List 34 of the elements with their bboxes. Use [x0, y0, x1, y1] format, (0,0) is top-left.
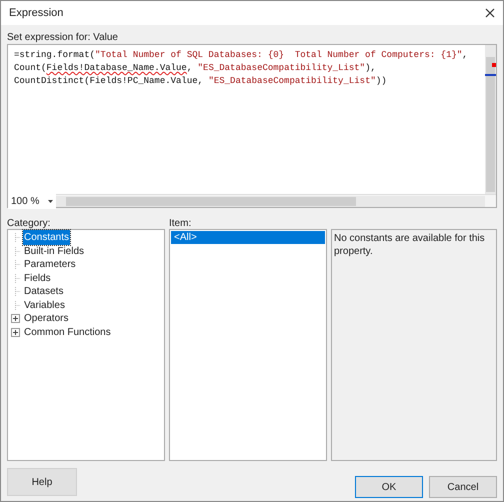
- code-line: Count(Fields!Database_Name.Value, "ES_DatabaseCompatibility_List"),: [14, 62, 377, 75]
- dropdown-arrow-icon: [48, 200, 53, 202]
- category-label: Category:: [7, 217, 52, 229]
- code-line: CountDistinct(Fields!PC_Name.Value, "ES_DatabaseCompatibility_List")): [14, 75, 388, 88]
- help-button[interactable]: Help: [7, 468, 77, 496]
- item-list[interactable]: <All>: [169, 229, 327, 461]
- close-icon[interactable]: [485, 8, 495, 18]
- window-title: Expression: [9, 6, 64, 21]
- scrollbar-thumb[interactable]: [486, 57, 495, 192]
- error-marker: [492, 63, 496, 67]
- horizontal-scrollbar[interactable]: [56, 196, 485, 206]
- description-text: No constants are available for this property.: [334, 232, 486, 258]
- item-label: Item:: [169, 217, 192, 229]
- category-item[interactable]: Datasets: [23, 284, 64, 300]
- scrollbar-thumb[interactable]: [66, 196, 356, 206]
- category-item[interactable]: Variables: [23, 298, 66, 313]
- category-item[interactable]: Common Functions: [23, 324, 112, 340]
- cancel-button[interactable]: Cancel: [429, 476, 497, 498]
- zoom-dropdown[interactable]: 100 %: [8, 194, 56, 208]
- expand-icon[interactable]: [11, 328, 20, 337]
- category-item[interactable]: Built-in Fields: [23, 244, 86, 259]
- ok-button[interactable]: OK: [355, 476, 423, 498]
- vertical-scrollbar[interactable]: [485, 45, 496, 194]
- category-tree[interactable]: Constants Built-in Fields Parameters Fields Datasets Variables Operators Common Functions: [7, 229, 165, 461]
- caret-marker: [485, 74, 496, 76]
- expand-icon[interactable]: [11, 314, 20, 324]
- category-item[interactable]: Operators: [23, 311, 70, 326]
- expression-editor[interactable]: [7, 44, 497, 208]
- expression-label: Set expression for: Value: [7, 31, 119, 44]
- category-item[interactable]: Parameters: [23, 257, 77, 272]
- category-item[interactable]: Fields: [23, 270, 52, 286]
- item-entry[interactable]: <All>: [171, 231, 325, 244]
- category-item[interactable]: Constants: [23, 230, 70, 246]
- code-line: =string.format("Total Number of SQL Databases: {0} Total Number of Computers: {1}",: [14, 49, 469, 62]
